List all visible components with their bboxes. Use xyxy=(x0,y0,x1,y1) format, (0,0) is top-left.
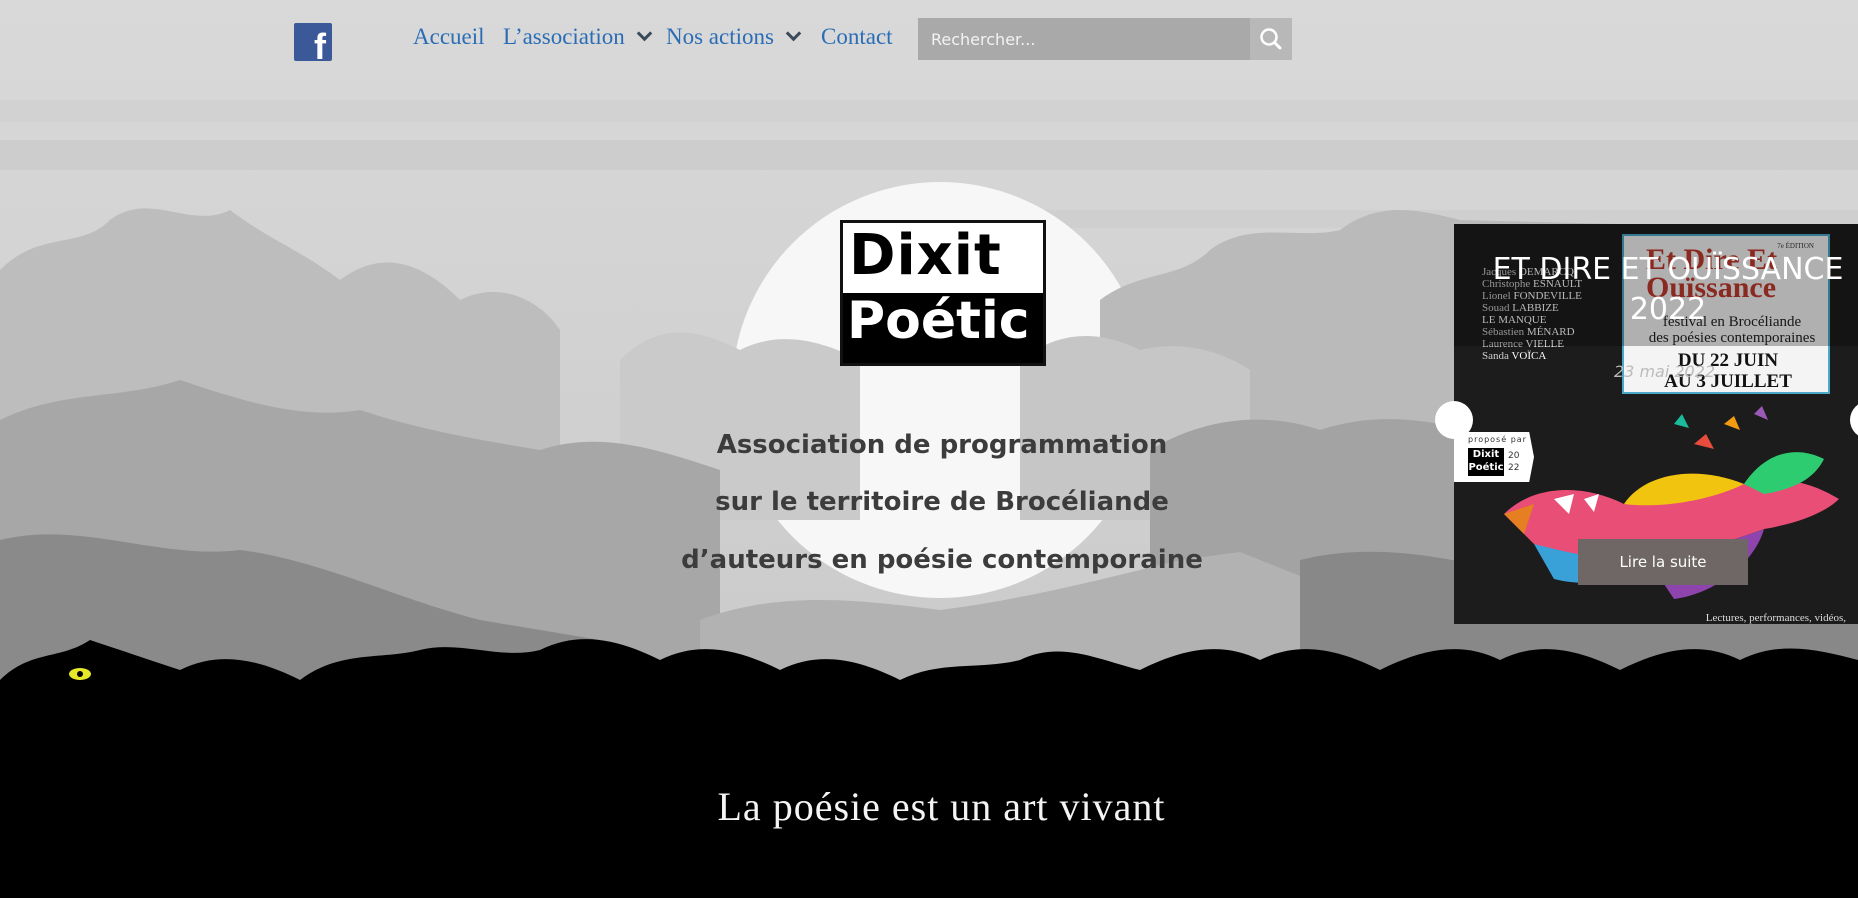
main-navigation: f Accueil L’association Nos actions Cont… xyxy=(0,0,1858,80)
chevron-down-icon xyxy=(785,25,802,42)
tagline-line-3: d’auteurs en poésie contemporaine xyxy=(681,545,1203,575)
nav-item-label: Nos actions xyxy=(666,24,774,49)
proposed-logo: Dixit Poétic xyxy=(1468,448,1504,476)
proposed-year: 20 22 xyxy=(1508,451,1520,473)
search-input[interactable] xyxy=(918,18,1248,60)
nav-item-association[interactable]: L’association xyxy=(503,24,653,50)
slide-date: 23 mai 2022 xyxy=(1614,362,1716,381)
chevron-down-icon xyxy=(636,25,653,42)
nav-item-accueil[interactable]: Accueil xyxy=(413,24,485,50)
logo-line-1: Dixit xyxy=(849,223,1002,288)
search-form xyxy=(918,18,1292,60)
poster-footer: Lectures, performances, vidéos, xyxy=(1705,612,1846,624)
tagline-line-2: sur le territoire de Brocéliande xyxy=(715,487,1169,517)
read-more-button[interactable]: Lire la suite xyxy=(1578,539,1748,585)
nav-item-contact[interactable]: Contact xyxy=(821,24,893,50)
search-button[interactable] xyxy=(1250,18,1292,60)
facebook-icon[interactable]: f xyxy=(294,23,332,65)
nav-item-label: Contact xyxy=(821,24,893,49)
search-icon xyxy=(1260,28,1282,50)
dixit-poetic-logo[interactable]: Dixit Poétic xyxy=(840,220,1046,366)
slider-prev-button[interactable] xyxy=(1435,401,1473,439)
slogan: La poésie est un art vivant xyxy=(717,784,1166,829)
proposed-by-badge: proposé par Dixit Poétic 20 22 xyxy=(1454,432,1534,482)
slide-title[interactable]: ET DIRE ET OUÏSSANCE 2022 xyxy=(1478,250,1858,330)
nav-item-nos-actions[interactable]: Nos actions xyxy=(666,24,802,50)
news-slider: Jacques DEMARCQ Christophe ESNAULT Lione… xyxy=(1454,224,1858,624)
author-item: Sanda VOÏCA xyxy=(1482,350,1547,362)
nav-item-label: L’association xyxy=(503,24,625,49)
nav-item-label: Accueil xyxy=(413,24,485,49)
logo-line-2: Poétic xyxy=(847,291,1030,351)
tagline-line-1: Association de programmation xyxy=(716,430,1168,460)
